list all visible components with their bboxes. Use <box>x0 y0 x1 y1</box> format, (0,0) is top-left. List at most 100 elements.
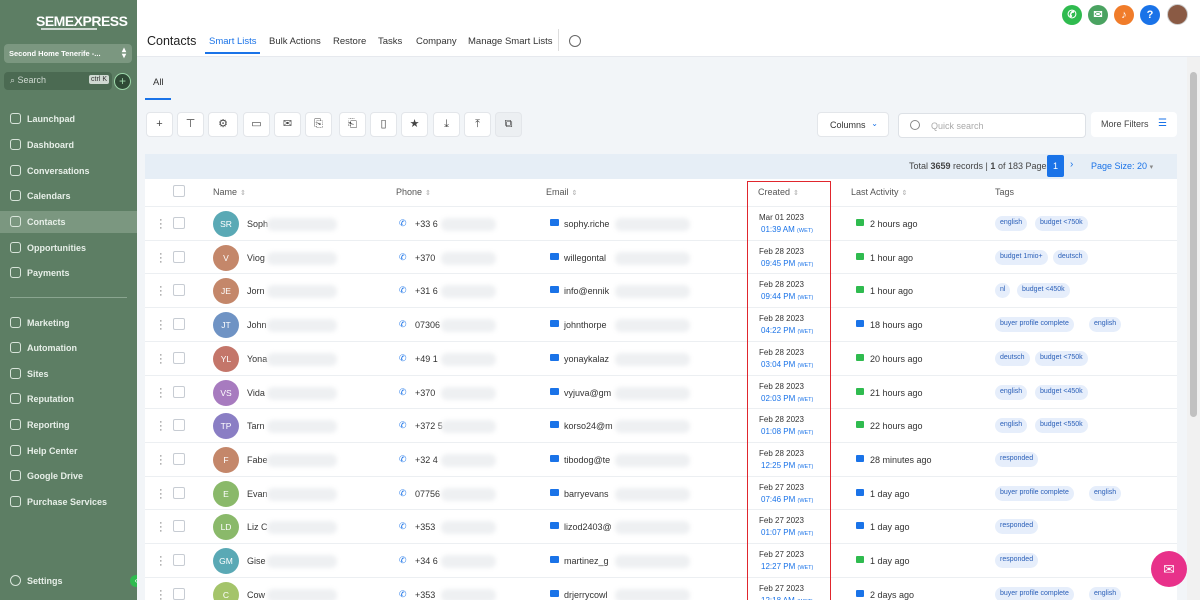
remove-tag-button[interactable]: ⎗ <box>339 112 366 137</box>
location-switcher[interactable]: Second Home Tenerife -... ▴ ▾ <box>4 44 132 63</box>
help-icon[interactable]: ? <box>1140 5 1160 25</box>
import-button[interactable]: ⤒ <box>464 112 491 137</box>
row-menu-icon[interactable]: · · · <box>159 282 163 301</box>
row-checkbox[interactable] <box>173 217 185 229</box>
quick-add-icon[interactable]: + <box>114 73 131 90</box>
contact-email[interactable]: korso24@m <box>564 421 613 431</box>
row-checkbox[interactable] <box>173 554 185 566</box>
table-row[interactable]: · · · SR Soph ✆ +33 6 sophy.riche Mar 01 2023 01:… <box>145 206 1177 240</box>
tag-badge[interactable]: english <box>995 384 1028 400</box>
add-tag-button[interactable]: ⎘ <box>305 112 332 137</box>
row-menu-icon[interactable]: · · · <box>159 316 163 335</box>
contact-email[interactable]: lizod2403@ <box>564 522 612 532</box>
tab-manage-smart-lists[interactable]: Manage Smart Lists <box>468 36 552 47</box>
contact-name[interactable]: Viog <box>247 253 265 263</box>
tag-badge[interactable]: budget <450k <box>1035 384 1088 400</box>
table-row[interactable]: · · · E Evan ✆ 07756 barryevans Feb 27 2023 07:46… <box>145 475 1177 510</box>
row-menu-icon[interactable]: · · · <box>159 215 163 234</box>
contact-name[interactable]: Evan <box>247 489 268 499</box>
page-size-select[interactable]: Page Size: 20 ▾ <box>1091 161 1153 171</box>
tag-badge[interactable]: budget 1mio+ <box>995 249 1048 265</box>
tag-badge[interactable]: nl <box>995 283 1011 299</box>
table-row[interactable]: · · · GM Gise ✆ +34 6 martinez_g Feb 27 2023 12:2… <box>145 543 1177 577</box>
gear-icon[interactable] <box>569 35 581 47</box>
table-row[interactable]: · · · TP Tarn ✆ +372 5 korso24@m Feb 28 2023 01:0… <box>145 408 1177 442</box>
user-avatar[interactable] <box>1167 4 1188 25</box>
sidebar-item-dashboard[interactable]: Dashboard <box>0 134 137 156</box>
sidebar-item-conversations[interactable]: Conversations <box>0 160 137 182</box>
contact-name[interactable]: Liz C <box>247 522 268 532</box>
row-checkbox[interactable] <box>173 587 185 600</box>
sidebar-search[interactable]: ⌕ Search ctrl K <box>4 72 112 90</box>
tab-tasks[interactable]: Tasks <box>378 36 402 47</box>
automation-robot-button[interactable]: ⚙ <box>208 112 238 137</box>
next-page-icon[interactable]: › <box>1070 159 1073 170</box>
table-row[interactable]: · · · LD Liz C ✆ +353 lizod2403@ Feb 27 2023 01:0… <box>145 509 1177 543</box>
notification-bell-icon[interactable]: ♪ <box>1114 5 1134 25</box>
row-checkbox[interactable] <box>173 520 185 533</box>
tag-badge[interactable]: buyer profile complete <box>995 485 1074 501</box>
contact-phone[interactable]: +372 5 <box>415 421 443 431</box>
contact-phone[interactable]: +353 <box>415 522 435 532</box>
contact-name[interactable]: John <box>247 320 267 330</box>
row-checkbox[interactable] <box>173 452 185 465</box>
contact-email[interactable]: barryevans <box>564 489 609 499</box>
contact-email[interactable]: martinez_g <box>564 556 609 566</box>
row-checkbox[interactable] <box>173 284 185 297</box>
sidebar-item-google-drive[interactable]: Google Drive <box>0 465 137 487</box>
tag-badge[interactable]: budget <750k <box>1035 216 1088 231</box>
contact-phone[interactable]: +31 6 <box>415 286 438 296</box>
tag-badge[interactable]: responded <box>995 451 1039 467</box>
phone-icon[interactable]: ✆ <box>1062 5 1082 25</box>
sidebar-item-marketing[interactable]: Marketing <box>0 312 137 334</box>
contact-phone[interactable]: +49 1 <box>415 354 438 364</box>
sidebar-item-opportunities[interactable]: Opportunities <box>0 237 137 259</box>
row-menu-icon[interactable]: · · · <box>159 383 163 402</box>
contact-phone[interactable]: +370 <box>415 253 435 263</box>
tab-all[interactable]: All <box>153 77 164 88</box>
send-email-button[interactable]: ✉ <box>274 112 301 137</box>
tag-badge[interactable]: deutsch <box>995 350 1030 366</box>
contact-phone[interactable]: 07306 <box>415 320 440 330</box>
export-button[interactable]: ⤓ <box>433 112 460 137</box>
row-checkbox[interactable] <box>173 250 185 263</box>
sidebar-item-reporting[interactable]: Reporting <box>0 414 137 436</box>
table-row[interactable]: · · · YL Yona ✆ +49 1 yonaykalaz Feb 28 2023 03:0… <box>145 340 1177 375</box>
row-menu-icon[interactable]: · · · <box>159 349 163 368</box>
row-checkbox[interactable] <box>173 385 185 398</box>
contact-name[interactable]: Yona <box>247 354 267 364</box>
table-row[interactable]: · · · JE Jorn ✆ +31 6 info@ennik Feb 28 2023 09:4… <box>145 273 1177 307</box>
delete-button[interactable]: ▯ <box>370 112 397 137</box>
row-menu-icon[interactable]: · · · <box>159 484 163 503</box>
tag-badge[interactable]: buyer profile complete <box>995 317 1074 333</box>
contact-email[interactable]: yonaykalaz <box>564 354 609 364</box>
table-row[interactable]: ···CCow✆+353drjerrycowlFeb 27 202312:18 … <box>145 576 1177 600</box>
select-all-checkbox[interactable] <box>173 185 185 197</box>
tab-smart-lists[interactable]: Smart Lists <box>209 36 257 47</box>
app-logo[interactable]: SEMEXPRESS <box>36 13 128 29</box>
tag-badge[interactable]: deutsch <box>1053 249 1088 265</box>
tag-badge[interactable]: english <box>1089 485 1122 501</box>
row-menu-icon[interactable]: · · · <box>159 248 163 267</box>
contact-email[interactable]: johnthorpe <box>564 320 607 330</box>
filter-button[interactable]: ⊤ <box>177 112 204 137</box>
contact-email[interactable]: willegontal <box>564 253 606 263</box>
sidebar-item-settings[interactable]: Settings <box>0 570 137 592</box>
contact-phone[interactable]: +33 6 <box>415 219 438 229</box>
table-row[interactable]: · · · JT John ✆ 07306 johnthorpe Feb 28 2023 04:2… <box>145 307 1177 341</box>
tag-badge[interactable]: budget <550k <box>1035 418 1088 434</box>
tag-badge[interactable]: responded <box>995 553 1039 568</box>
contact-name[interactable]: Soph <box>247 219 268 229</box>
tag-badge[interactable]: budget <750k <box>1035 350 1088 366</box>
column-header-last-activity[interactable]: Last Activity ⇕ <box>851 187 907 197</box>
contact-email[interactable]: vyjuva@gm <box>564 388 611 398</box>
contact-phone[interactable]: +370 <box>415 388 435 398</box>
table-row[interactable]: · · · VS Vida ✆ +370 vyjuva@gm Feb 28 2023 02:03 … <box>145 374 1177 409</box>
contact-name[interactable]: Jorn <box>247 286 265 296</box>
row-checkbox[interactable] <box>173 486 185 499</box>
row-menu-icon[interactable]: · · · <box>159 518 163 537</box>
tag-badge[interactable]: english <box>1089 317 1122 333</box>
contact-name[interactable]: Fabe <box>247 455 268 465</box>
tag-badge[interactable]: english <box>1089 586 1122 600</box>
page-scrollbar[interactable] <box>1187 57 1200 600</box>
